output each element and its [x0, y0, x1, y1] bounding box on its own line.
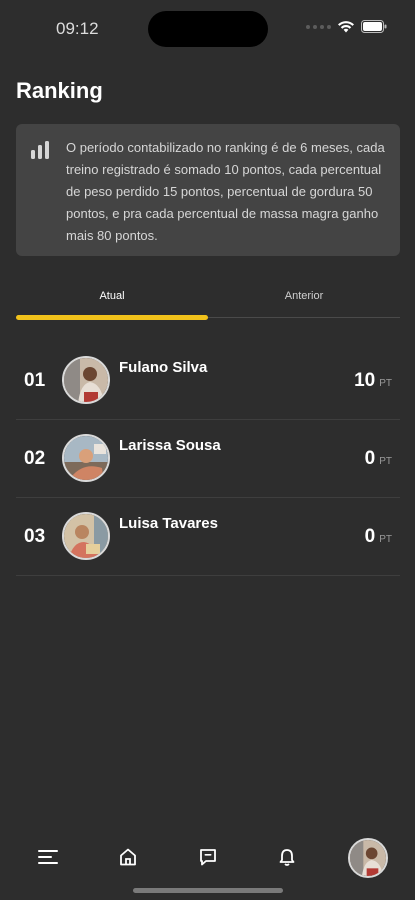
avatar [62, 356, 110, 404]
rank-position: 01 [24, 370, 46, 391]
home-icon[interactable] [115, 844, 141, 870]
dynamic-island [148, 11, 268, 47]
ranking-info-text: O período contabilizado no ranking é de … [66, 140, 385, 243]
chat-icon[interactable] [195, 844, 221, 870]
avatar [62, 434, 110, 482]
points-unit: PT [379, 534, 392, 545]
active-tab-indicator [16, 315, 208, 320]
points-value: 0 [364, 526, 376, 547]
ranking-row[interactable]: 02 Larissa Sousa 0 PT [16, 420, 400, 498]
page-title: Ranking [16, 78, 103, 103]
points-unit: PT [379, 378, 392, 389]
wifi-icon [338, 21, 354, 33]
ranking-row[interactable]: 01 Fulano Silva 10 PT [16, 342, 400, 420]
points-value: 10 [354, 370, 376, 391]
ranking-tabs: Atual Anterior [16, 290, 400, 322]
battery-icon [361, 20, 387, 33]
rank-position: 03 [24, 526, 46, 547]
rank-name: Luisa Tavares [119, 515, 218, 532]
rank-name: Larissa Sousa [119, 437, 221, 454]
status-icons [306, 20, 387, 33]
tab-anterior[interactable]: Anterior [208, 290, 400, 302]
bar-chart-icon [31, 141, 49, 159]
ranking-row[interactable]: 03 Luisa Tavares 0 PT [16, 498, 400, 576]
tab-atual[interactable]: Atual [16, 290, 208, 302]
points-unit: PT [379, 456, 392, 467]
points-value: 0 [364, 448, 376, 469]
home-indicator [133, 888, 283, 893]
status-time: 09:12 [56, 19, 99, 38]
signal-icon [306, 24, 331, 29]
status-bar: 09:12 [0, 0, 415, 56]
rank-points: 0 PT [365, 448, 392, 470]
ranking-info-box: O período contabilizado no ranking é de … [16, 124, 400, 256]
menu-icon[interactable] [35, 844, 61, 870]
bell-icon[interactable] [274, 844, 300, 870]
bottom-nav [0, 836, 415, 882]
rank-points: 10 PT [354, 370, 392, 392]
rank-name: Fulano Silva [119, 359, 208, 376]
rank-points: 0 PT [365, 526, 392, 548]
rank-position: 02 [24, 448, 46, 469]
profile-avatar[interactable] [348, 838, 388, 878]
ranking-list: 01 Fulano Silva 10 PT 02 Larissa Sousa 0… [16, 342, 400, 576]
avatar [62, 512, 110, 560]
